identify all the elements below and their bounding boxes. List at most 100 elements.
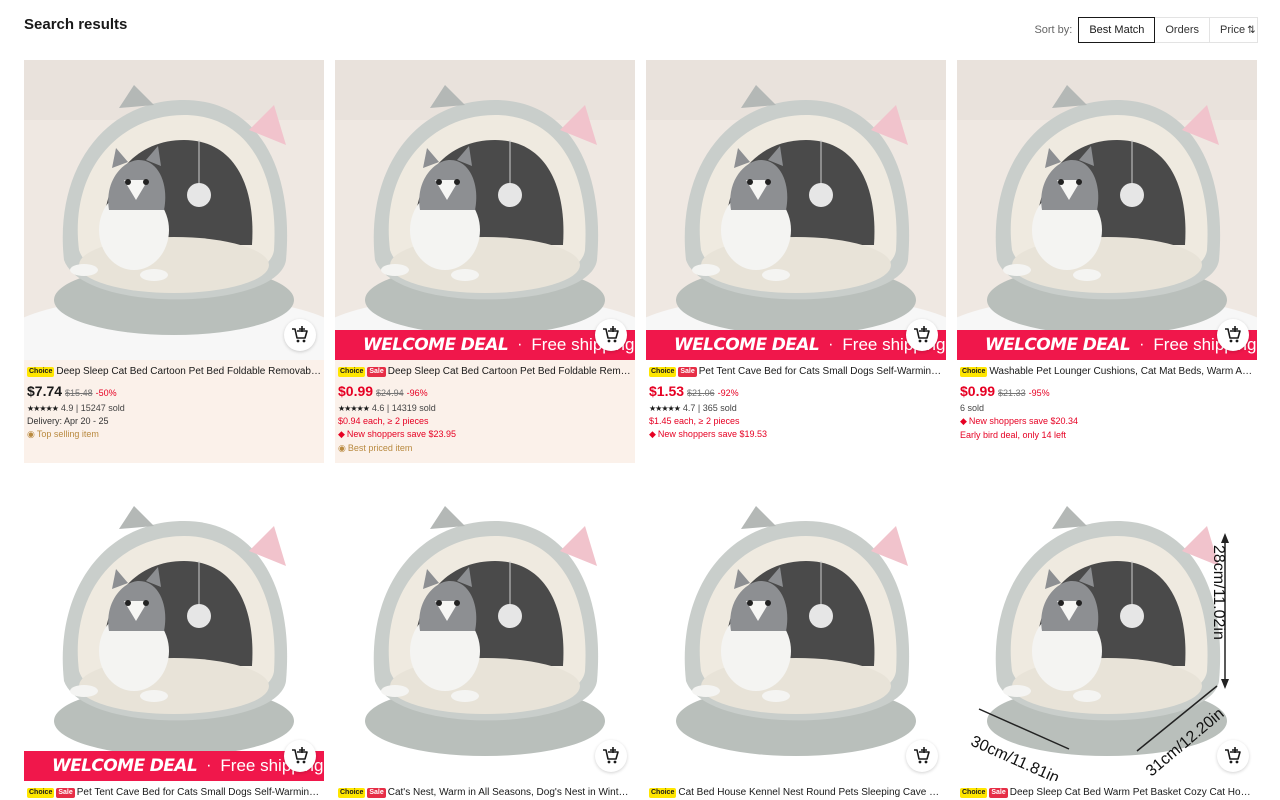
add-to-cart-button[interactable]: [1217, 319, 1249, 351]
product-title[interactable]: Washable Pet Lounger Cushions, Cat Mat B…: [989, 366, 1254, 377]
product-title-row[interactable]: Choice Sale Deep Sleep Cat Bed Cartoon Pet…: [338, 365, 632, 378]
product-title-row[interactable]: Choice Sale Pet Tent Cave Bed for Cats Sma…: [27, 786, 321, 799]
discount-percent: -50%: [95, 388, 117, 398]
product-card[interactable]: Choice Deep Sleep Cat Bed Cartoon Pet Bed…: [24, 60, 324, 463]
choice-badge: Choice: [27, 787, 55, 798]
price-row: $1.53 $21.06 -92%: [649, 383, 943, 399]
product-image[interactable]: [24, 60, 324, 360]
product-note: $0.94 each, ≥ 2 pieces: [338, 416, 632, 426]
product-card[interactable]: WELCOME DEAL · Free shipping Choice Sale Pet …: [24, 481, 324, 800]
product-note-text: Early bird deal, only 14 left: [960, 430, 1067, 440]
product-title[interactable]: Deep Sleep Cat Bed Cartoon Pet Bed Folda…: [388, 366, 632, 377]
product-title-row[interactable]: Choice Cat Bed House Kennel Nest Round Pe…: [649, 786, 943, 799]
choice-badge: Choice: [960, 366, 988, 377]
sort-best-match-button[interactable]: Best Match: [1078, 17, 1156, 43]
rating-sold-row: ★★★★★ 4.7 | 365 sold: [649, 403, 943, 413]
product-title-row[interactable]: Choice Washable Pet Lounger Cushions, Cat…: [960, 365, 1254, 378]
product-title[interactable]: Pet Tent Cave Bed for Cats Small Dogs Se…: [77, 787, 321, 798]
product-note: ◆ New shoppers save $19.53: [649, 429, 943, 440]
welcome-deal-banner: WELCOME DEAL · Free shipping: [24, 751, 324, 781]
product-title-row[interactable]: Choice Sale Cat's Nest, Warm in All Season…: [338, 786, 632, 799]
product-note: $1.45 each, ≥ 2 pieces: [649, 416, 943, 426]
welcome-deal-title: WELCOME DEAL: [985, 335, 1131, 355]
add-to-cart-button[interactable]: [595, 319, 627, 351]
product-card[interactable]: Choice Sale Cat's Nest, Warm in All Season…: [335, 481, 635, 800]
tag-icon: ◆: [338, 429, 345, 439]
welcome-deal-banner: WELCOME DEAL · Free shipping: [335, 330, 635, 360]
add-to-cart-button[interactable]: [906, 740, 938, 772]
meta-divider: |: [73, 403, 81, 413]
product-image[interactable]: [335, 481, 635, 781]
product-title-row[interactable]: Choice Sale Deep Sleep Cat Bed Warm Pet Ba…: [960, 786, 1254, 799]
product-info: Choice Sale Pet Tent Cave Bed for Cats Sma…: [24, 781, 324, 800]
product-title[interactable]: Cat Bed House Kennel Nest Round Pets Sle…: [678, 787, 943, 798]
product-title[interactable]: Deep Sleep Cat Bed Cartoon Pet Bed Folda…: [56, 366, 321, 377]
sale-badge: Sale: [367, 787, 386, 798]
product-title-row[interactable]: Choice Deep Sleep Cat Bed Cartoon Pet Bed…: [27, 365, 321, 378]
product-title[interactable]: Deep Sleep Cat Bed Warm Pet Basket Cozy …: [1010, 787, 1254, 798]
product-image[interactable]: WELCOME DEAL · Free shipping: [957, 60, 1257, 360]
results-header: Search results Sort by: Best Match Order…: [24, 0, 1258, 50]
add-to-cart-icon: [603, 747, 619, 764]
welcome-deal-separator: ·: [206, 757, 212, 774]
product-note-text: New shoppers save $20.34: [968, 416, 1078, 426]
product-price: $1.53: [649, 383, 685, 399]
product-card[interactable]: 28cm/11.02in 30cm/11.81in 31cm/12.20in Choi…: [957, 481, 1257, 800]
choice-badge: Choice: [649, 366, 677, 377]
product-card[interactable]: WELCOME DEAL · Free shipping Choice Washable…: [957, 60, 1257, 448]
sort-label: Sort by:: [1034, 24, 1073, 36]
product-image[interactable]: 28cm/11.02in 30cm/11.81in 31cm/12.20in: [957, 481, 1257, 781]
add-to-cart-icon: [603, 326, 619, 343]
sold-count: 365 sold: [702, 403, 737, 413]
star-icon: ★★★★★: [338, 403, 370, 413]
rating-sold-row: ★★★★★ 4.6 | 14319 sold: [338, 403, 632, 413]
price-row: $0.99 $21.33 -95%: [960, 383, 1254, 399]
page-title: Search results: [24, 16, 128, 33]
product-image[interactable]: [646, 481, 946, 781]
add-to-cart-button[interactable]: [595, 740, 627, 772]
sort-orders-button[interactable]: Orders: [1155, 17, 1210, 43]
product-info: Choice Sale Deep Sleep Cat Bed Warm Pet Ba…: [957, 781, 1257, 800]
original-price: $15.48: [65, 388, 93, 398]
product-info: Choice Sale Cat's Nest, Warm in All Season…: [335, 781, 635, 800]
product-note-text: $1.45 each, ≥ 2 pieces: [649, 416, 740, 426]
welcome-deal-separator: ·: [828, 336, 834, 353]
flame-icon: ◉: [338, 443, 346, 453]
add-to-cart-button[interactable]: [906, 319, 938, 351]
product-title[interactable]: Cat's Nest, Warm in All Seasons, Dog's N…: [388, 787, 632, 798]
sale-badge: Sale: [678, 366, 697, 377]
sold-count: 6 sold: [960, 403, 985, 413]
product-note: ◆ New shoppers save $23.95: [338, 429, 632, 440]
sort-price-button[interactable]: Price ⇅: [1210, 17, 1258, 43]
sort-arrows-icon: ⇅: [1247, 24, 1256, 36]
add-to-cart-icon: [1225, 326, 1241, 343]
product-image[interactable]: WELCOME DEAL · Free shipping: [646, 60, 946, 360]
star-icon: ★★★★★: [649, 403, 681, 413]
original-price: $21.06: [687, 388, 715, 398]
original-price: $24.94: [376, 388, 404, 398]
product-price: $0.99: [960, 383, 996, 399]
add-to-cart-button[interactable]: [284, 740, 316, 772]
product-info: Choice Cat Bed House Kennel Nest Round Pe…: [646, 781, 946, 800]
product-image[interactable]: WELCOME DEAL · Free shipping: [24, 481, 324, 781]
add-to-cart-button[interactable]: [1217, 740, 1249, 772]
product-info: Choice Washable Pet Lounger Cushions, Cat…: [957, 360, 1257, 448]
product-card[interactable]: WELCOME DEAL · Free shipping Choice Sale Deep…: [335, 60, 635, 463]
welcome-deal-banner: WELCOME DEAL · Free shipping: [646, 330, 946, 360]
product-card[interactable]: WELCOME DEAL · Free shipping Choice Sale Pet …: [646, 60, 946, 448]
product-title[interactable]: Pet Tent Cave Bed for Cats Small Dogs Se…: [699, 366, 943, 377]
product-price: $7.74: [27, 383, 63, 399]
product-title-row[interactable]: Choice Sale Pet Tent Cave Bed for Cats Sma…: [649, 365, 943, 378]
product-note: ◉ Top selling item: [27, 429, 321, 440]
sale-badge: Sale: [989, 787, 1008, 798]
welcome-deal-title: WELCOME DEAL: [363, 335, 509, 355]
product-card[interactable]: Choice Cat Bed House Kennel Nest Round Pe…: [646, 481, 946, 800]
sort-bar: Sort by: Best Match Orders Price ⇅: [1034, 17, 1258, 43]
product-image[interactable]: WELCOME DEAL · Free shipping: [335, 60, 635, 360]
add-to-cart-button[interactable]: [284, 319, 316, 351]
meta-divider: |: [695, 403, 703, 413]
discount-percent: -92%: [717, 388, 739, 398]
sale-badge: Sale: [56, 787, 75, 798]
rating-value: 4.7: [682, 403, 696, 413]
product-info: Choice Sale Deep Sleep Cat Bed Cartoon Pet…: [335, 360, 635, 462]
